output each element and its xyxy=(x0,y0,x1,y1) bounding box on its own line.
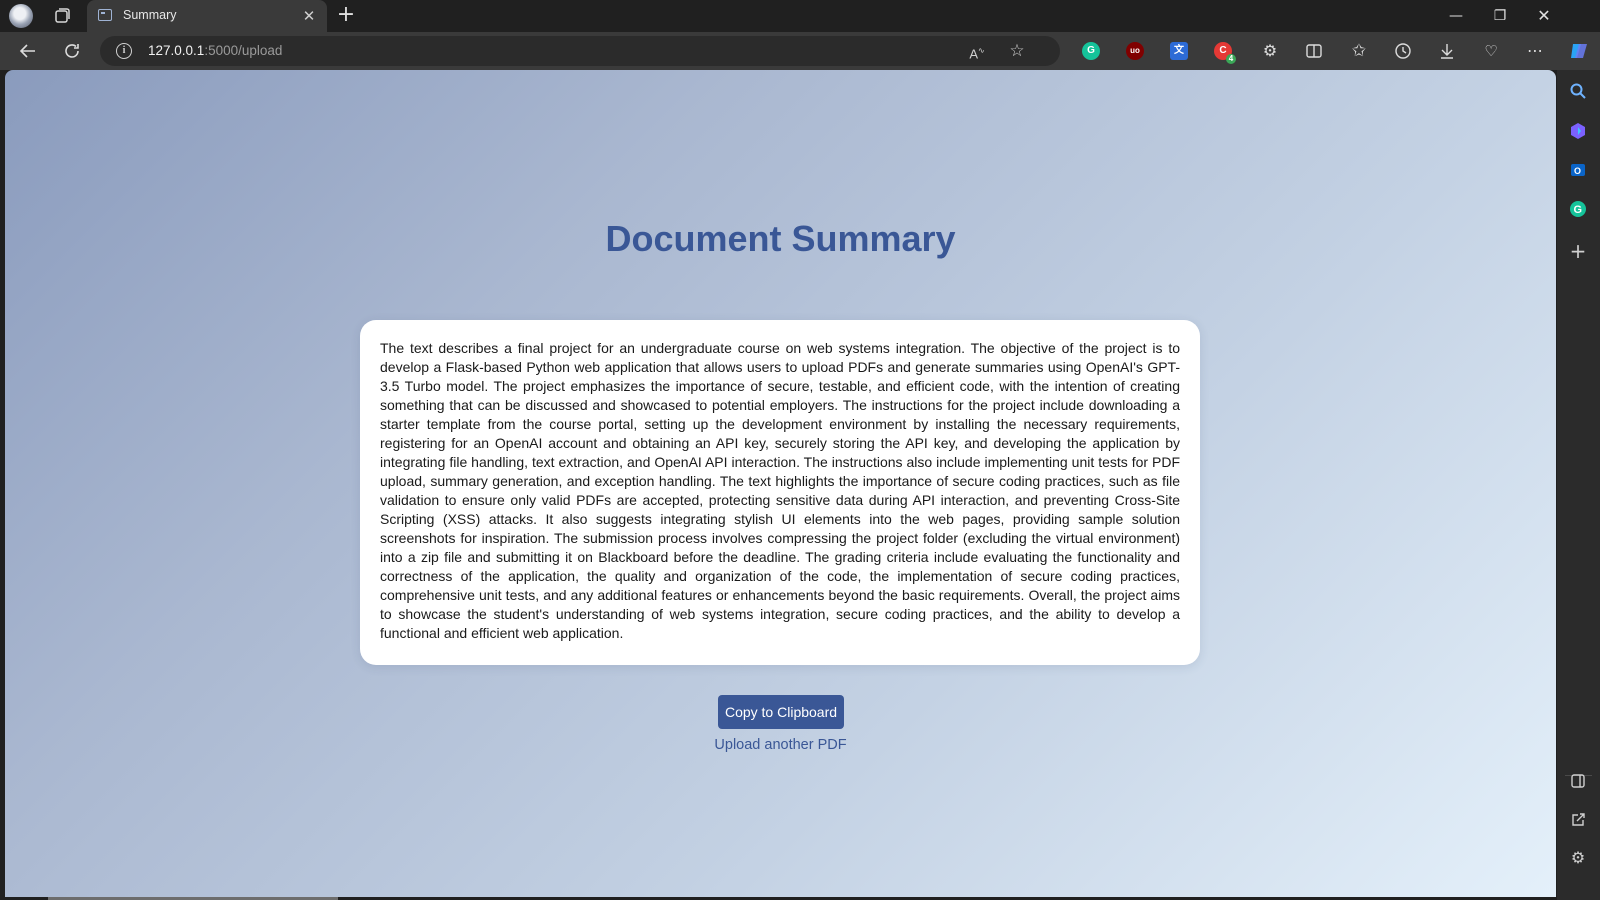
svg-text:O: O xyxy=(1574,166,1581,176)
search-icon[interactable] xyxy=(1567,80,1589,102)
window-close-icon[interactable]: ✕ xyxy=(1522,0,1566,32)
url-text[interactable]: 127.0.0.1:5000/upload xyxy=(148,43,282,58)
downloads-icon[interactable] xyxy=(1433,38,1461,64)
browser-toolbar: i 127.0.0.1:5000/upload A∿ ☆ G uo 文 C4 ⚙… xyxy=(0,32,1600,70)
copilot-app-icon[interactable] xyxy=(1567,120,1589,142)
svg-text:G: G xyxy=(1574,204,1583,216)
read-aloud-icon[interactable]: A∿ xyxy=(966,40,988,62)
outlook-icon[interactable]: O xyxy=(1567,159,1589,181)
terminal-window-icon xyxy=(98,9,112,21)
more-icon[interactable]: ⋯ xyxy=(1521,38,1549,64)
minimize-icon[interactable]: — xyxy=(1434,0,1478,32)
address-bar[interactable]: i 127.0.0.1:5000/upload A∿ ☆ xyxy=(100,36,1060,66)
site-info-icon[interactable]: i xyxy=(116,43,132,59)
page-title: Document Summary xyxy=(605,218,956,259)
url-host: 127.0.0.1 xyxy=(148,43,205,58)
restore-icon[interactable]: ❐ xyxy=(1478,0,1522,32)
ublock-icon[interactable]: uo xyxy=(1126,42,1144,60)
copy-to-clipboard-button[interactable]: Copy to Clipboard xyxy=(718,695,844,729)
grammarly-icon[interactable]: G xyxy=(1082,42,1100,60)
refresh-icon[interactable] xyxy=(58,38,86,64)
extension-badge-icon[interactable]: C4 xyxy=(1214,42,1236,64)
extension-badge-count: 4 xyxy=(1226,54,1236,64)
tab-strip: Summary ✕ + — ❐ ✕ xyxy=(0,0,1600,32)
page-viewport: Document Summary The text describes a fi… xyxy=(5,70,1556,897)
new-tab-icon[interactable]: + xyxy=(334,4,358,28)
split-screen-icon[interactable] xyxy=(1300,38,1328,64)
add-icon[interactable]: + xyxy=(1567,240,1589,262)
url-path: :5000/upload xyxy=(204,43,283,58)
tab-title: Summary xyxy=(123,8,177,22)
close-tab-icon[interactable]: ✕ xyxy=(299,6,319,26)
tab-summary[interactable]: Summary ✕ xyxy=(87,0,327,32)
favorites-icon[interactable]: ✩ xyxy=(1345,38,1373,64)
profile-avatar-icon[interactable] xyxy=(9,4,33,28)
translate-icon[interactable]: 文 xyxy=(1170,42,1188,60)
settings-icon[interactable]: ⚙ xyxy=(1567,847,1589,869)
summary-text: The text describes a final project for a… xyxy=(380,340,1180,641)
favorite-star-icon[interactable]: ☆ xyxy=(1006,40,1028,62)
copilot-icon[interactable] xyxy=(1565,38,1593,64)
upload-another-pdf-link[interactable]: Upload another PDF xyxy=(5,737,1556,753)
workspaces-icon[interactable] xyxy=(50,4,74,28)
browser-sidebar: O G + ⚙ xyxy=(1557,70,1600,900)
open-external-icon[interactable] xyxy=(1567,809,1589,831)
sidebar-toggle-icon[interactable] xyxy=(1567,770,1589,792)
extensions-icon[interactable]: ⚙ xyxy=(1256,38,1284,64)
browser-essentials-icon[interactable]: ♡ xyxy=(1477,38,1505,64)
grammarly-icon[interactable]: G xyxy=(1567,198,1589,220)
back-icon[interactable] xyxy=(14,38,42,64)
history-icon[interactable] xyxy=(1389,38,1417,64)
summary-card: The text describes a final project for a… xyxy=(360,320,1200,665)
